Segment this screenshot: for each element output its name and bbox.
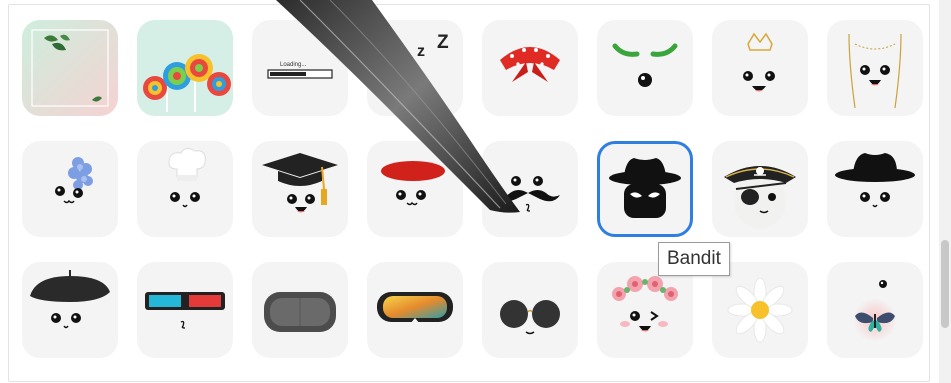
sticker-3d-glasses[interactable] xyxy=(137,262,233,358)
sticker-flower-crown[interactable] xyxy=(597,262,693,358)
graduation-cap-icon xyxy=(262,153,338,213)
gold-necklace-icon xyxy=(848,33,902,109)
butterfly-icon xyxy=(853,280,897,342)
sticker-black-hat[interactable] xyxy=(827,141,923,237)
scrollbar-track[interactable] xyxy=(939,0,951,383)
loading-label: Loading... xyxy=(280,62,307,68)
sticker-crown[interactable] xyxy=(712,20,808,116)
daisy-icon xyxy=(727,277,793,343)
sticker-mustache[interactable] xyxy=(482,141,578,237)
sticker-grid: Loading... z z Z xyxy=(22,20,923,358)
scrollbar-thumb[interactable] xyxy=(941,240,949,328)
zzz-medium: z xyxy=(417,43,425,60)
lollipops-icon xyxy=(137,20,233,116)
mustache-icon xyxy=(496,176,560,212)
sticker-sleepy-zzz[interactable]: z z Z xyxy=(367,20,463,116)
black-beret-icon xyxy=(30,270,110,329)
sticker-loading-bar[interactable]: Loading... xyxy=(252,20,348,116)
sticker-ski-goggles[interactable] xyxy=(367,262,463,358)
black-hat-icon xyxy=(835,153,915,208)
sticker-green-antennae[interactable] xyxy=(597,20,693,116)
sticker-red-bandana[interactable] xyxy=(482,20,578,116)
sticker-chef-hat[interactable] xyxy=(137,141,233,237)
sticker-leaf-frame[interactable] xyxy=(22,20,118,116)
ski-goggles-icon xyxy=(377,292,453,324)
3d-glasses-icon xyxy=(145,292,225,329)
leaf-frame-icon xyxy=(22,20,118,116)
sticker-bandit[interactable] xyxy=(597,141,693,237)
bandit-icon xyxy=(609,158,681,218)
sticker-round-sunglasses[interactable] xyxy=(482,262,578,358)
flower-crown-icon xyxy=(612,276,678,332)
red-beret-icon xyxy=(381,161,445,206)
loading-bar-icon: Loading... xyxy=(267,62,333,79)
sticker-black-beret[interactable] xyxy=(22,262,118,358)
sticker-lollipops[interactable] xyxy=(137,20,233,116)
sticker-pirate[interactable] xyxy=(712,141,808,237)
red-bandana-icon xyxy=(500,47,560,82)
sticker-hydrangea[interactable] xyxy=(22,141,118,237)
sticker-butterfly[interactable] xyxy=(827,262,923,358)
sticker-vr-headset[interactable] xyxy=(252,262,348,358)
zzz-small: z xyxy=(397,52,404,67)
sticker-red-beret[interactable] xyxy=(367,141,463,237)
round-sunglasses-icon xyxy=(500,300,560,335)
crown-icon xyxy=(743,32,775,92)
sticker-daisy[interactable] xyxy=(712,262,808,358)
green-antennae-icon xyxy=(612,43,678,87)
tooltip: Bandit xyxy=(658,242,730,276)
sticker-graduation-cap[interactable] xyxy=(252,141,348,237)
sticker-gold-necklace[interactable] xyxy=(827,20,923,116)
zzz-large: Z xyxy=(437,32,449,53)
pirate-icon xyxy=(724,166,796,229)
chef-hat-icon xyxy=(168,147,206,208)
vr-headset-icon xyxy=(264,292,336,332)
hydrangea-icon xyxy=(55,157,93,204)
sleepy-zzz-icon: z z Z xyxy=(392,32,449,88)
